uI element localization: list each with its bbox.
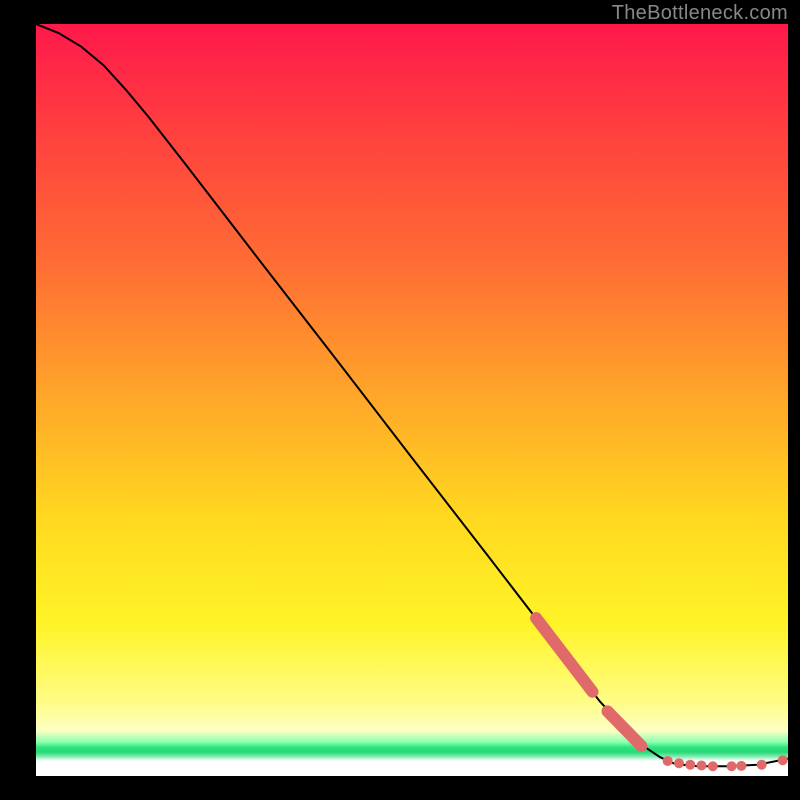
highlight-segment (608, 711, 642, 746)
plot-area (36, 24, 788, 776)
attribution-text: TheBottleneck.com (612, 2, 788, 25)
highlight-dot (778, 755, 788, 765)
highlight-dot (727, 761, 737, 771)
curve-overlay (36, 24, 788, 776)
highlight-dot (674, 758, 684, 768)
highlight-dot (663, 756, 673, 766)
bottleneck-curve (36, 24, 788, 766)
highlight-segment (536, 618, 592, 692)
highlight-points (536, 618, 788, 771)
highlight-dot (757, 760, 767, 770)
highlight-dot (697, 760, 707, 770)
highlight-dot (736, 761, 746, 771)
highlight-dot (685, 760, 695, 770)
chart-frame: TheBottleneck.com (0, 0, 800, 800)
highlight-dot (708, 761, 718, 771)
